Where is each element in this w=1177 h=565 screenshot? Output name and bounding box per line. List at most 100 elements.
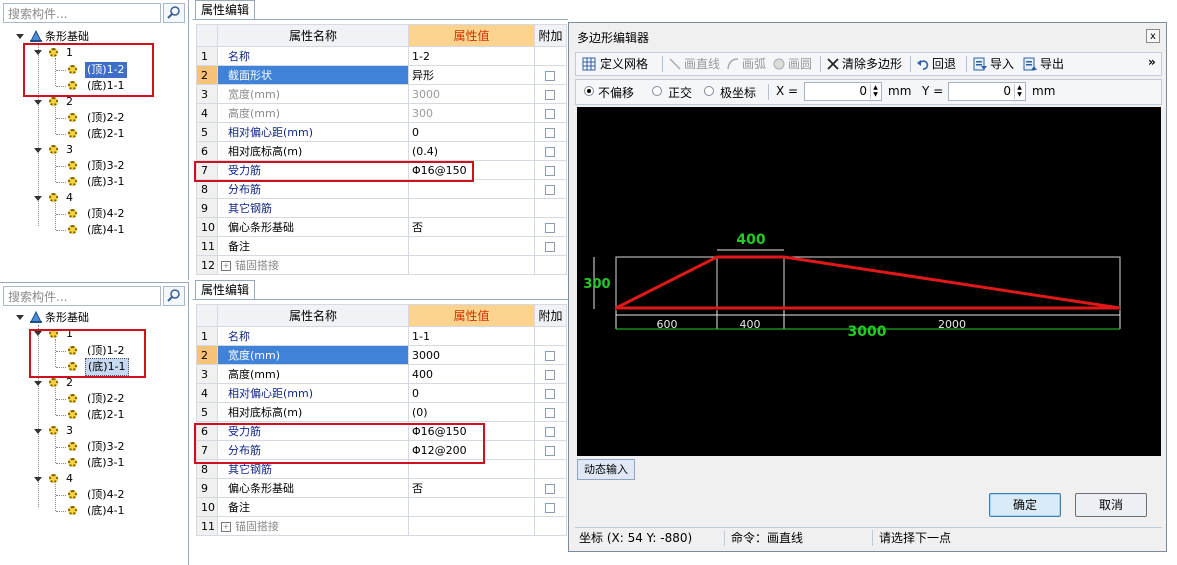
close-icon[interactable]: x [1146, 29, 1160, 43]
prop-value[interactable] [408, 516, 535, 536]
extra-checkbox[interactable] [545, 445, 555, 456]
table-row[interactable]: 4 相对偏心距(mm) 0 [196, 383, 567, 403]
prop-value[interactable]: 3000 [408, 345, 535, 365]
tab-property-edit[interactable]: 属性编辑 [195, 0, 256, 19]
extra-checkbox[interactable] [545, 483, 555, 494]
prop-value[interactable]: 否 [408, 217, 535, 237]
prop-value[interactable] [408, 179, 535, 199]
tree-item-bottom-4-1[interactable]: (底)4-1 [87, 503, 125, 519]
expand-plus-icon[interactable]: + [221, 261, 231, 271]
tree-item-top-3-2[interactable]: (顶)3-2 [87, 158, 125, 174]
table-row[interactable]: 1 名称 1-1 [196, 326, 567, 346]
expand-triangle-icon[interactable] [34, 196, 42, 201]
extra-checkbox[interactable] [545, 89, 555, 100]
table-row[interactable]: 3 高度(mm) 400 [196, 364, 567, 384]
define-grid-button[interactable]: 定义网格 [600, 56, 648, 72]
tree-item-top-3-2[interactable]: (顶)3-2 [87, 439, 125, 455]
tree-group-4[interactable]: 4 [66, 471, 73, 487]
extra-checkbox[interactable] [545, 350, 555, 361]
prop-name-expandable[interactable]: + 锚固搭接 [217, 255, 409, 275]
table-row[interactable]: 10 备注 [196, 497, 567, 517]
extra-checkbox[interactable] [545, 222, 555, 233]
bottom-search-button[interactable] [163, 286, 185, 306]
extra-checkbox[interactable] [545, 388, 555, 399]
prop-value[interactable]: 0 [408, 122, 535, 142]
table-row[interactable]: 5 相对底标高(m) (0) [196, 402, 567, 422]
extra-checkbox[interactable] [545, 146, 555, 157]
table-row[interactable]: 2 宽度(mm) 3000 [196, 345, 567, 365]
tree-item-bottom-2-1[interactable]: (底)2-1 [87, 126, 125, 142]
extra-checkbox[interactable] [545, 127, 555, 138]
table-row[interactable]: 9 偏心条形基础否 [196, 478, 567, 498]
extra-checkbox[interactable] [545, 502, 555, 513]
table-row[interactable]: 9 其它钢筋 [196, 198, 567, 218]
tree-item-top-4-2[interactable]: (顶)4-2 [87, 206, 125, 222]
tree-item-top-2-2[interactable]: (顶)2-2 [87, 391, 125, 407]
expand-triangle-icon[interactable] [16, 34, 24, 39]
import-button[interactable]: 导入 [990, 56, 1014, 72]
tree-group-3[interactable]: 3 [66, 142, 73, 158]
prop-value[interactable]: 1-1 [408, 326, 535, 346]
top-search-input[interactable]: 搜索构件... [3, 3, 161, 23]
table-row[interactable]: 4 高度(mm) 300 [196, 103, 567, 123]
cancel-button[interactable]: 取消 [1075, 493, 1147, 517]
drawing-canvas[interactable]: 400 300 600 400 2000 3000 [577, 107, 1161, 456]
expand-triangle-icon[interactable] [34, 148, 42, 153]
prop-value[interactable]: (0.4) [408, 141, 535, 161]
prop-value[interactable]: 3000 [408, 84, 535, 104]
expand-triangle-icon[interactable] [34, 100, 42, 105]
table-row[interactable]: 5 相对偏心距(mm) 0 [196, 122, 567, 142]
prop-value[interactable]: 300 [408, 103, 535, 123]
prop-value[interactable] [408, 236, 535, 256]
prop-value[interactable]: 400 [408, 364, 535, 384]
prop-value[interactable]: (0) [408, 402, 535, 422]
ok-button[interactable]: 确定 [989, 493, 1061, 517]
extra-checkbox[interactable] [545, 70, 555, 81]
top-search-button[interactable] [163, 3, 185, 23]
toolbar-overflow-button[interactable]: » [1148, 54, 1156, 70]
bottom-search-input[interactable]: 搜索构件... [3, 286, 161, 306]
tree-item-bottom-3-1[interactable]: (底)3-1 [87, 455, 125, 471]
expand-triangle-icon[interactable] [34, 429, 42, 434]
extra-checkbox[interactable] [545, 369, 555, 380]
prop-value[interactable]: 否 [408, 478, 535, 498]
table-row[interactable]: 1 名称 1-2 [196, 46, 567, 66]
table-row[interactable]: 3 宽度(mm) 3000 [196, 84, 567, 104]
expand-triangle-icon[interactable] [34, 477, 42, 482]
draw-arc-button[interactable]: 画弧 [742, 56, 766, 72]
tree-group-3[interactable]: 3 [66, 423, 73, 439]
draw-circle-button[interactable]: 画圆 [788, 56, 812, 72]
tree-item-bottom-4-1[interactable]: (底)4-1 [87, 222, 125, 238]
prop-value[interactable]: 1-2 [408, 46, 535, 66]
dynamic-input-button[interactable]: 动态输入 [577, 459, 635, 480]
draw-line-button[interactable]: 画直线 [684, 56, 720, 72]
tab-property-edit[interactable]: 属性编辑 [195, 280, 256, 299]
expand-triangle-icon[interactable] [16, 315, 24, 320]
spin-arrows-icon[interactable]: ▲ ▼ [870, 84, 880, 99]
prop-value[interactable] [408, 255, 535, 275]
prop-name-expandable[interactable]: + 锚固搭接 [217, 516, 409, 536]
prop-value[interactable]: 0 [408, 383, 535, 403]
table-row[interactable]: 8 分布筋 [196, 179, 567, 199]
no-offset-radio[interactable] [584, 86, 594, 96]
table-row[interactable]: 6 相对底标高(m) (0.4) [196, 141, 567, 161]
extra-checkbox[interactable] [545, 407, 555, 418]
prop-value[interactable] [408, 497, 535, 517]
polar-radio[interactable] [704, 86, 714, 96]
table-row[interactable]: 2 截面形状 异形 [196, 65, 567, 85]
ortho-radio[interactable] [652, 86, 662, 96]
spin-arrows-icon[interactable]: ▲ ▼ [1014, 84, 1024, 99]
tree-item-top-2-2[interactable]: (顶)2-2 [87, 110, 125, 126]
expand-plus-icon[interactable]: + [221, 522, 231, 532]
table-row[interactable]: 10 偏心条形基础否 [196, 217, 567, 237]
extra-checkbox[interactable] [545, 165, 555, 176]
tree-item-bottom-3-1[interactable]: (底)3-1 [87, 174, 125, 190]
tree-group-4[interactable]: 4 [66, 190, 73, 206]
export-button[interactable]: 导出 [1040, 56, 1064, 72]
clear-polygon-button[interactable]: 清除多边形 [842, 56, 902, 72]
table-row[interactable]: 12 + 锚固搭接 [196, 255, 567, 275]
table-row[interactable]: 11 + 锚固搭接 [196, 516, 567, 536]
x-input[interactable]: 0 ▲ ▼ [804, 82, 882, 101]
prop-value[interactable] [408, 198, 535, 218]
tree-root[interactable]: 条形基础 [45, 310, 89, 326]
